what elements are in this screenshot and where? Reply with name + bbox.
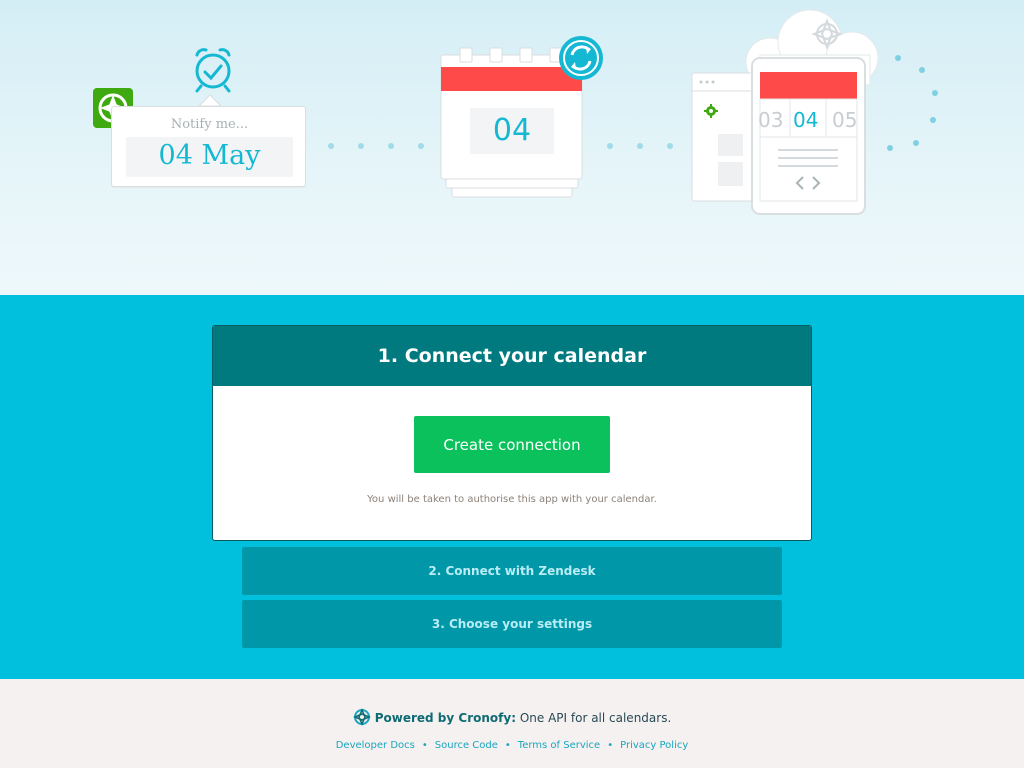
phone-day-previous: 03: [758, 108, 784, 132]
notify-date: 04 May: [158, 140, 261, 171]
step-1-title: 1. Connect your calendar: [213, 326, 811, 386]
notify-card-pointer: [197, 94, 223, 107]
powered-by-line: Powered by Cronofy: One API for all cale…: [0, 708, 1024, 726]
link-separator: •: [421, 740, 428, 751]
calendar-day-number: 04: [470, 108, 554, 154]
dotted-connector-left: [328, 143, 424, 149]
sync-icon: [559, 36, 603, 80]
terms-of-service-link[interactable]: Terms of Service: [518, 740, 600, 751]
source-code-link[interactable]: Source Code: [435, 740, 498, 751]
dotted-connector-right: [887, 55, 938, 151]
link-separator: •: [504, 740, 511, 751]
authorise-note: You will be taken to authorise this app …: [367, 494, 657, 505]
developer-docs-link[interactable]: Developer Docs: [336, 740, 415, 751]
setup-steps-section: 1. Connect your calendar Create connecti…: [0, 295, 1024, 679]
powered-by-label: Powered by Cronofy:: [374, 711, 516, 725]
phone-day-next: 05: [832, 108, 858, 132]
dotted-connector-middle: [607, 143, 673, 149]
hero-illustration: Notify me... 04 May 04 03 04 05: [0, 0, 1024, 295]
phone-day-current: 04: [793, 108, 819, 132]
alarm-clock-icon: [195, 48, 231, 93]
link-separator: •: [607, 740, 614, 751]
cronofy-logo-icon: [352, 708, 371, 726]
notify-card: Notify me... 04 May: [111, 106, 306, 187]
footer-links: Developer Docs • Source Code • Terms of Serv…: [0, 740, 1024, 751]
tagline: One API for all calendars.: [519, 711, 672, 725]
create-connection-button[interactable]: Create connection: [414, 416, 610, 473]
notify-label: Notify me...: [170, 117, 249, 132]
step-1-panel: 1. Connect your calendar Create connecti…: [212, 325, 812, 541]
privacy-policy-link[interactable]: Privacy Policy: [620, 740, 688, 751]
phone-day-strip: 03 04 05: [758, 103, 858, 137]
step-2-connect-zendesk[interactable]: 2. Connect with Zendesk: [242, 547, 782, 595]
footer: Powered by Cronofy: One API for all cale…: [0, 679, 1024, 768]
step-3-choose-settings[interactable]: 3. Choose your settings: [242, 600, 782, 648]
notify-date-box: 04 May: [126, 137, 293, 177]
